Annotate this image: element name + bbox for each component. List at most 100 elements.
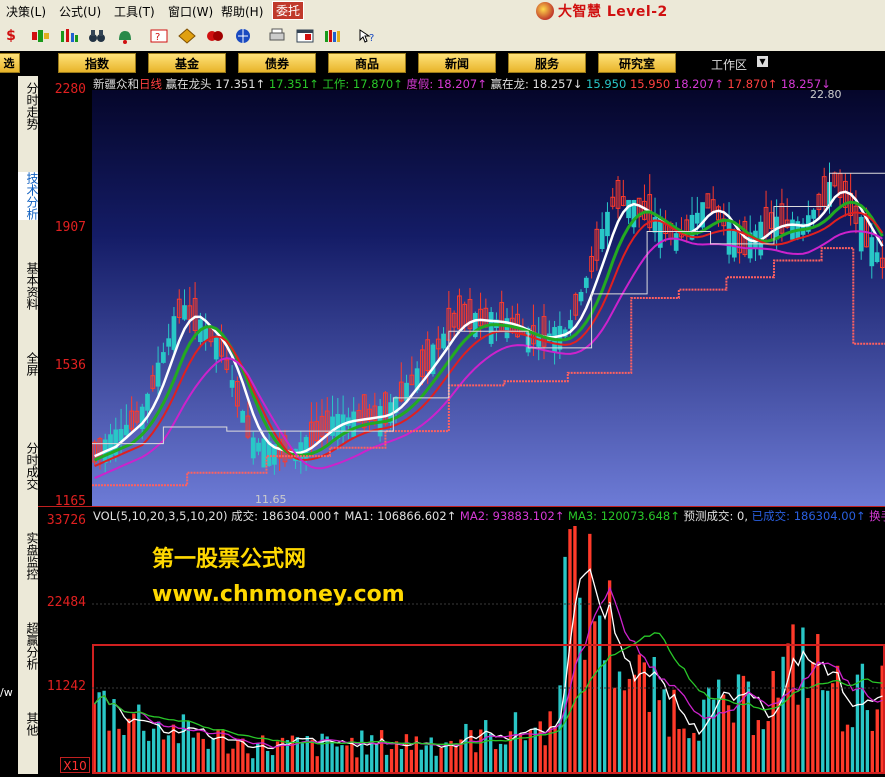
stock-icon[interactable]: $	[0, 26, 22, 46]
menu-help[interactable]: 帮助(H)	[221, 3, 263, 20]
link-icon[interactable]	[204, 26, 226, 46]
tab-fullscreen[interactable]: 全屏	[18, 352, 39, 376]
globe-icon[interactable]	[232, 26, 254, 46]
volume-bar	[707, 687, 711, 774]
scale-badge[interactable]: X10	[60, 757, 90, 773]
volume-bar	[627, 678, 632, 774]
volume-bar	[716, 679, 721, 774]
library-icon[interactable]	[322, 26, 344, 46]
candle-body	[229, 380, 235, 388]
candle-body	[488, 312, 494, 344]
volume-bar	[231, 748, 235, 774]
vol-legend-item-0: VOL(5,10,20,3,5,10,20)	[93, 509, 228, 523]
tab-super-analysis[interactable]: 超赢分析	[18, 622, 39, 670]
volume-bar	[127, 718, 131, 774]
pane-divider[interactable]	[38, 506, 885, 507]
volume-legend: VOL(5,10,20,3,5,10,20) 成交: 186304.000↑ M…	[93, 508, 885, 523]
volume-bar	[672, 689, 676, 774]
volume-bar	[513, 712, 518, 774]
volume-bar	[419, 749, 423, 774]
volume-bar	[830, 683, 835, 774]
volume-bar	[379, 730, 384, 774]
nav-fund[interactable]: 基金	[148, 53, 226, 73]
volume-bar	[756, 720, 760, 774]
volume-bar	[736, 674, 741, 774]
volume-bar	[389, 749, 394, 774]
nav-service[interactable]: 服务	[508, 53, 586, 73]
volume-bar	[251, 758, 255, 774]
bell-icon[interactable]	[114, 26, 136, 46]
workspace-label[interactable]: 工作区	[711, 56, 747, 73]
price-tick-1907: 1907	[54, 220, 86, 235]
volume-bar	[498, 743, 503, 774]
candle-body	[874, 252, 880, 263]
price-chart[interactable]: 22.80 11.65	[92, 88, 885, 506]
volume-bar	[161, 739, 166, 774]
price-legend-item-4: 赢在龙: 18.257↓	[486, 77, 583, 91]
window-icon[interactable]	[294, 26, 316, 46]
volume-bar	[553, 726, 557, 774]
menu-formula[interactable]: 公式(U)	[59, 3, 101, 20]
volume-bar	[612, 687, 617, 774]
menu-window[interactable]: 窗口(W)	[168, 3, 213, 20]
tab-tick-trades[interactable]: 分时成交	[18, 442, 39, 490]
color-bars-icon[interactable]	[30, 26, 52, 46]
tab-intraday[interactable]: 分时走势	[18, 82, 39, 130]
tab-fundamentals[interactable]: 基本资料	[18, 262, 39, 310]
vol-legend-item-3: MA2: 93883.102↑	[456, 509, 565, 523]
volume-bar	[270, 755, 275, 774]
bars-chart-icon[interactable]	[58, 26, 80, 46]
volume-bar	[345, 745, 349, 774]
binoculars-icon[interactable]	[86, 26, 108, 46]
nav-news[interactable]: 新闻	[418, 53, 496, 73]
price-legend-item-3: 度假: 18.207↑	[402, 77, 487, 91]
side-tabs: 分时走势 技术分析 基本资料 全屏 分时成交 实盘监控 超赢分析 其他	[18, 76, 39, 774]
candle-body	[689, 214, 695, 240]
volume-bar	[181, 714, 186, 774]
volume-bar	[781, 656, 785, 774]
tab-other[interactable]: 其他	[18, 712, 39, 736]
vol-legend-item-2: MA1: 106866.602↑	[340, 509, 457, 523]
nav-index[interactable]: 指数	[58, 53, 136, 73]
candle-body	[256, 442, 261, 452]
volume-bar	[622, 690, 627, 774]
nav-stock-picking[interactable]: 选股	[0, 53, 20, 90]
volume-bar	[439, 747, 443, 774]
svg-text:?: ?	[369, 33, 374, 44]
volume-bar	[816, 634, 820, 774]
vol-legend-item-1: 成交: 186304.000↑	[227, 509, 341, 523]
volume-bar	[236, 738, 240, 774]
volume-bar	[399, 748, 404, 774]
period-label[interactable]: 日线	[139, 77, 162, 91]
volume-bar	[870, 730, 874, 774]
left-panel	[0, 76, 20, 774]
vol-tick-11242: 11242	[46, 679, 86, 694]
candle-body	[583, 277, 589, 288]
volume-bar	[340, 745, 344, 774]
whats-this-icon[interactable]: ?	[356, 26, 378, 46]
volume-bar	[310, 739, 314, 774]
volume-bar	[518, 733, 523, 774]
nav-research[interactable]: 研究室	[598, 53, 676, 73]
nav-bond[interactable]: 债券	[238, 53, 316, 73]
candle-body	[213, 336, 219, 360]
menu-decision[interactable]: 决策(L)	[6, 3, 46, 20]
volume-bar	[647, 711, 651, 774]
volume-bar	[191, 737, 195, 774]
candle-body	[250, 437, 256, 459]
print-icon[interactable]	[266, 26, 288, 46]
volume-bar	[578, 597, 582, 774]
vol-ma2-line	[93, 586, 883, 749]
volume-bar	[598, 615, 602, 774]
tab-live-monitor[interactable]: 实盘监控	[18, 532, 39, 580]
nav-commodity[interactable]: 商品	[328, 53, 406, 73]
help-book-icon[interactable]: ?	[148, 26, 170, 46]
tab-technical[interactable]: 技术分析	[18, 172, 39, 220]
workspace-dropdown-icon[interactable]: ▼	[757, 56, 768, 67]
diamond-icon[interactable]	[176, 26, 198, 46]
volume-bar	[583, 659, 587, 774]
menu-commission[interactable]: 委托	[272, 1, 304, 20]
menu-tools[interactable]: 工具(T)	[114, 3, 155, 20]
volume-bar	[548, 711, 552, 774]
support-step-line	[92, 247, 885, 487]
